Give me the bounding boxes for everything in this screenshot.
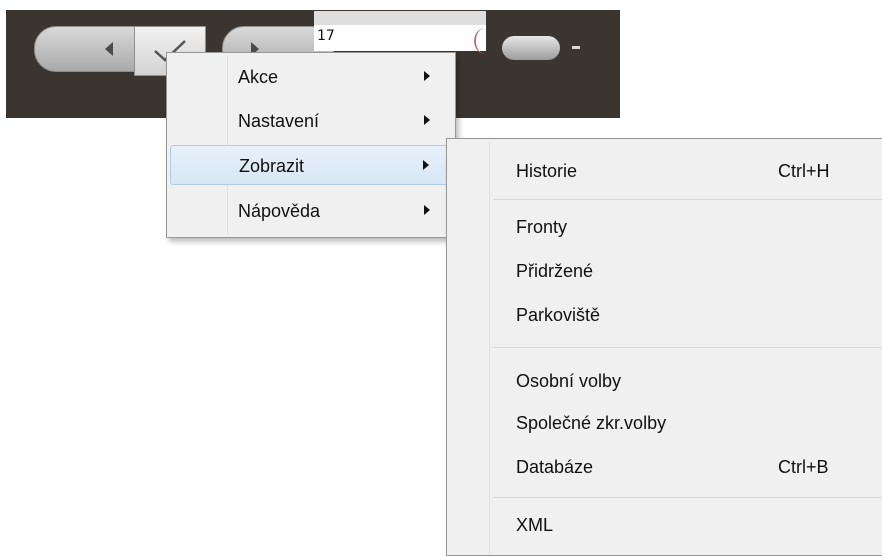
submenu-item-label: Fronty [516,217,568,237]
submenu-item-osobni-volby[interactable]: Osobní volby [450,363,882,399]
view-submenu: Historie Ctrl+H Fronty Přidržené Parkovi… [446,138,882,556]
context-menu: Akce Nastavení Zobrazit Nápověda [166,52,456,238]
shortcut-label: Ctrl+H [778,161,830,181]
menu-item-nastaveni[interactable]: Nastavení [170,101,452,141]
submenu-arrow-icon [424,71,430,81]
menu-separator [493,199,882,200]
menu-item-label: Nastavení [238,111,320,131]
submenu-item-label: XML [516,515,554,535]
menu-item-akce[interactable]: Akce [170,57,452,97]
status-dash [572,46,580,49]
menu-item-zobrazit[interactable]: Zobrazit [170,145,452,185]
submenu-item-label: Společné zkr.volby [516,413,667,433]
submenu-item-databaze[interactable]: Databáze Ctrl+B [450,449,882,485]
submenu-arrow-icon [423,160,429,170]
submenu-item-label: Databáze [516,457,594,477]
submenu-item-parkoviste[interactable]: Parkoviště [450,297,882,333]
submenu-item-spolecne-zkr-volby[interactable]: Společné zkr.volby [450,405,882,441]
menu-item-label: Nápověda [238,201,321,221]
submenu-item-pridrzene[interactable]: Přidržené [450,253,882,289]
menu-item-label: Zobrazit [239,156,305,176]
status-indicator[interactable] [502,36,560,60]
menu-separator [493,497,882,498]
submenu-arrow-icon [424,115,430,125]
chevron-left-icon [105,42,113,56]
shortcut-label: Ctrl+B [778,457,829,477]
menu-icon-gutter [489,142,490,555]
number-field[interactable]: 17 [314,11,486,51]
submenu-item-xml[interactable]: XML [450,507,882,543]
menu-separator [493,347,882,348]
submenu-item-label: Osobní volby [516,371,622,391]
submenu-item-label: Historie [516,161,578,181]
number-field-value: 17 [317,28,335,44]
submenu-arrow-icon [424,205,430,215]
submenu-item-label: Parkoviště [516,305,601,325]
submenu-item-label: Přidržené [516,261,594,281]
menu-item-napoveda[interactable]: Nápověda [170,191,452,231]
menu-item-label: Akce [238,67,279,87]
submenu-item-historie[interactable]: Historie Ctrl+H [450,153,882,189]
field-edge-icon [474,28,496,54]
submenu-item-fronty[interactable]: Fronty [450,209,882,245]
